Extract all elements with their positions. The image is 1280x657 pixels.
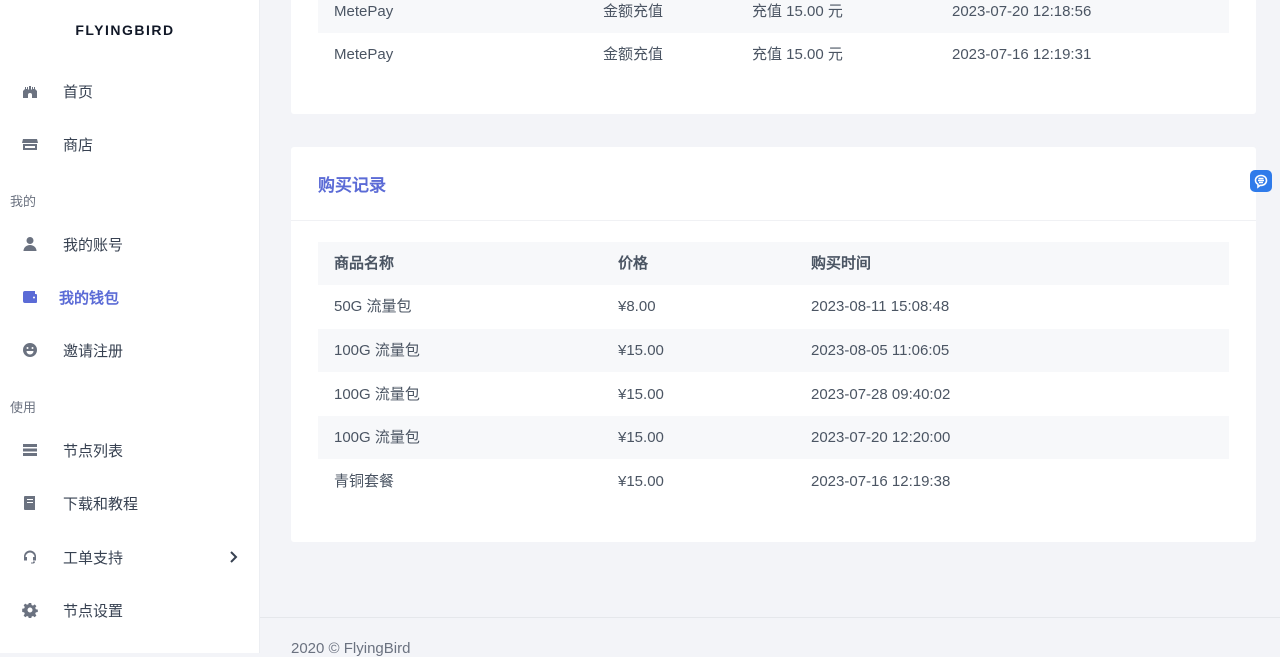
table-row: 青铜套餐 ¥15.00 2023-07-16 12:19:38 [318, 460, 1229, 503]
purchase-time: 2023-08-11 15:08:48 [811, 298, 950, 315]
table-row: MetePay 金额充值 充值 15.00 元 2023-07-20 12:18… [318, 0, 1229, 33]
nav-item-downloads[interactable]: 下载和教程 [0, 483, 260, 523]
section-label-use: 使用 [10, 400, 37, 415]
footer-divider [260, 617, 1280, 618]
recharge-type: 金额充值 [603, 46, 664, 63]
product-price: ¥15.00 [618, 473, 664, 490]
book-icon [20, 493, 40, 513]
nav-item-label: 工单支持 [63, 549, 124, 567]
footer-copyright: 2020 © FlyingBird [291, 640, 411, 657]
table-row: 100G 流量包 ¥15.00 2023-07-28 09:40:02 [318, 373, 1229, 416]
product-price: ¥8.00 [618, 298, 656, 315]
product-price: ¥15.00 [618, 386, 664, 403]
wallet-icon [20, 287, 40, 307]
chevron-right-icon [226, 549, 240, 565]
card-title: 购买记录 [318, 176, 386, 195]
nav-item-label: 我的账号 [63, 236, 124, 254]
product-name: 100G 流量包 [334, 386, 420, 403]
nav-item-label: 节点设置 [63, 602, 124, 620]
recharge-records-card: MetePay 金额充值 充值 15.00 元 2023-07-20 12:18… [291, 0, 1256, 114]
nav-item-home[interactable]: 首页 [0, 71, 260, 111]
product-name: 青铜套餐 [334, 473, 395, 490]
recharge-method: MetePay [334, 46, 394, 63]
gear-icon [20, 600, 40, 620]
nav-item-label: 首页 [63, 83, 94, 101]
nav-item-support[interactable]: 工单支持 [0, 537, 260, 577]
section-label-mine: 我的 [10, 194, 37, 209]
store-icon [20, 134, 40, 154]
nav-item-nodes[interactable]: 节点列表 [0, 430, 260, 470]
column-header-name: 商品名称 [334, 255, 395, 272]
recharge-amount: 充值 15.00 元 [752, 3, 843, 20]
table-header-row: 商品名称 价格 购买时间 [318, 242, 1229, 285]
product-name: 100G 流量包 [334, 342, 420, 359]
nav-item-label: 商店 [63, 136, 94, 154]
purchase-records-card: 购买记录 商品名称 价格 购买时间 50G 流量包 ¥8.00 2023-08-… [291, 147, 1256, 542]
nav-item-label: 邀请注册 [63, 342, 124, 360]
recharge-amount: 充值 15.00 元 [752, 46, 843, 63]
nav-item-wallet[interactable]: 我的钱包 [0, 277, 260, 317]
purchase-time: 2023-07-16 12:19:38 [811, 473, 951, 490]
recharge-time: 2023-07-16 12:19:31 [952, 46, 1092, 63]
nav-item-label: 下载和教程 [63, 495, 139, 513]
table-row: 50G 流量包 ¥8.00 2023-08-11 15:08:48 [318, 285, 1229, 328]
nav-item-invite[interactable]: 邀请注册 [0, 330, 260, 370]
purchase-time: 2023-07-28 09:40:02 [811, 386, 951, 403]
divider [291, 220, 1256, 221]
user-icon [20, 234, 40, 254]
product-price: ¥15.00 [618, 429, 664, 446]
recharge-time: 2023-07-20 12:18:56 [952, 3, 1092, 20]
column-header-time: 购买时间 [811, 255, 872, 272]
product-price: ¥15.00 [618, 342, 664, 359]
column-header-price: 价格 [618, 255, 649, 272]
nav-item-node-settings[interactable]: 节点设置 [0, 590, 260, 630]
nav-item-store[interactable]: 商店 [0, 124, 260, 164]
sidebar: FLYINGBIRD 首页 商店 我的 我的账号 我的钱包 邀请注册 使用 节点… [0, 0, 260, 653]
purchase-time: 2023-07-20 12:20:00 [811, 429, 951, 446]
product-name: 50G 流量包 [334, 298, 412, 315]
brain-icon [1254, 174, 1268, 189]
recharge-type: 金额充值 [603, 3, 664, 20]
headset-icon [20, 547, 40, 567]
recharge-method: MetePay [334, 3, 394, 20]
server-list-icon [20, 440, 40, 460]
table-row: 100G 流量包 ¥15.00 2023-08-05 11:06:05 [318, 329, 1229, 372]
home-castle-icon [20, 81, 40, 101]
purchase-time: 2023-08-05 11:06:05 [811, 342, 950, 359]
table-row: 100G 流量包 ¥15.00 2023-07-20 12:20:00 [318, 416, 1229, 459]
floating-assistant-button[interactable] [1250, 170, 1272, 192]
nav-item-label: 我的钱包 [59, 289, 120, 307]
smile-icon [20, 340, 40, 360]
nav-item-label: 节点列表 [63, 442, 124, 460]
nav-item-account[interactable]: 我的账号 [0, 224, 260, 264]
product-name: 100G 流量包 [334, 429, 420, 446]
table-row: MetePay 金额充值 充值 15.00 元 2023-07-16 12:19… [318, 33, 1229, 76]
brand-logo[interactable]: FLYINGBIRD [0, 22, 250, 38]
